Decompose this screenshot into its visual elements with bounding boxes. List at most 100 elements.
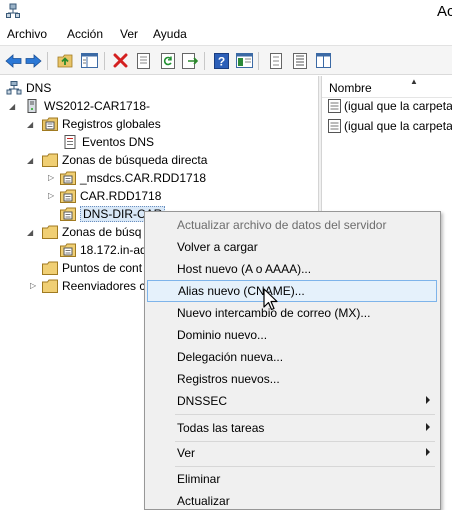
mouse-pointer-icon (263, 288, 278, 311)
sort-ascending-icon: ▲ (410, 77, 418, 86)
tree-node-car-zone[interactable]: CAR.RDD1718 (60, 187, 161, 205)
properties-icon[interactable] (134, 51, 153, 70)
list-item[interactable]: (igual que la carpeta (328, 97, 452, 115)
expand-arrow-icon[interactable]: ◢ (27, 156, 36, 165)
context-menu: Actualizar archivo de datos del servidor… (144, 211, 441, 510)
tree-node-label: Registros globales (62, 117, 161, 131)
dns-icon (6, 81, 22, 95)
server-icon (27, 99, 37, 113)
dns-app-icon (6, 3, 20, 18)
tree-node-label: Eventos DNS (82, 135, 155, 149)
tree-node-msdcs-zone[interactable]: _msdcs.CAR.RDD1718 (60, 169, 206, 187)
svg-text:?: ? (218, 54, 225, 68)
show-hide-tree-icon[interactable] (80, 51, 99, 70)
menu-item-eliminar[interactable]: Eliminar (145, 468, 440, 490)
menu-item-label: Ver (177, 446, 196, 460)
menu-item-nuevo-intercambio-correo[interactable]: Nuevo intercambio de correo (MX)... (145, 302, 440, 324)
menu-item-dnssec[interactable]: DNSSEC (145, 390, 440, 412)
submenu-arrow-icon (426, 423, 430, 431)
tree-node-label: 18.172.in-ad (80, 243, 147, 257)
tree-node-label: Reenviadores c (62, 279, 146, 293)
tree-node-label: DNS (26, 81, 52, 95)
menu-item-volver-a-cargar[interactable]: Volver a cargar (145, 236, 440, 258)
refresh-icon[interactable] (158, 51, 177, 70)
tree-node-reenviadores[interactable]: Reenviadores c (42, 277, 145, 295)
menu-item-alias-nuevo[interactable]: Alias nuevo (CNAME)... (147, 280, 437, 302)
submenu-arrow-icon (426, 396, 430, 404)
menu-item-todas-las-tareas[interactable]: Todas las tareas (145, 417, 440, 439)
menu-item-label: Todas las tareas (177, 421, 265, 435)
window-title: Ac (437, 3, 452, 20)
record-icon (328, 99, 341, 113)
tree-node-label: CAR.RDD1718 (80, 189, 162, 203)
tree-node-zonas-inversa[interactable]: Zonas de búsq (42, 223, 141, 241)
record-icon (328, 119, 341, 133)
help-icon[interactable]: ? (212, 51, 231, 70)
delete-icon[interactable] (111, 51, 130, 70)
expand-arrow-icon[interactable]: ◢ (27, 120, 36, 129)
expand-arrow-icon[interactable]: ◢ (9, 102, 18, 111)
expand-arrow-icon[interactable]: ◢ (27, 228, 36, 237)
menu-item-actualizar-archivo: Actualizar archivo de datos del servidor (177, 218, 387, 232)
toolbar-separator (258, 52, 259, 70)
menu-accion[interactable]: Acción (67, 27, 103, 41)
menu-item-actualizar[interactable]: Actualizar (145, 490, 440, 510)
column-header-nombre[interactable]: Nombre ▲ (322, 76, 452, 98)
detail-view-icon[interactable] (290, 51, 309, 70)
folder-icon (42, 225, 58, 239)
global-folder-icon (42, 117, 58, 131)
collapsed-arrow-icon[interactable]: ▷ (48, 173, 57, 182)
menu-bar: Archivo Acción Ver Ayuda (0, 24, 452, 44)
tree-node-eventos-dns[interactable]: Eventos DNS (62, 133, 154, 151)
tree-node-label: WS2012-CAR1718- (44, 99, 151, 113)
list-view-icon[interactable] (266, 51, 285, 70)
collapsed-arrow-icon[interactable]: ▷ (30, 281, 39, 290)
toolbar-separator (47, 52, 48, 70)
tree-node-label: Zonas de búsq (62, 225, 142, 239)
tree-node-label: Zonas de búsqueda directa (62, 153, 208, 167)
toolbar-separator (204, 52, 205, 70)
tree-node-dns[interactable]: DNS (6, 79, 51, 97)
toolbar: ? (0, 45, 452, 75)
tree-node-registros-globales[interactable]: Registros globales (42, 115, 161, 133)
menu-item-registros-nuevos[interactable]: Registros nuevos... (145, 368, 440, 390)
menu-separator (175, 414, 435, 415)
tree-node-label: Puntos de cont (62, 261, 143, 275)
back-arrow-icon[interactable] (4, 51, 23, 70)
list-item-label: (igual que la carpeta (344, 119, 452, 133)
submenu-arrow-icon (426, 448, 430, 456)
tree-node-puntos-confianza[interactable]: Puntos de cont (42, 259, 142, 277)
tree-node-zonas-directa[interactable]: Zonas de búsqueda directa (42, 151, 207, 169)
up-folder-icon[interactable] (56, 51, 75, 70)
event-log-icon (64, 135, 76, 149)
folder-icon (42, 153, 58, 167)
menu-ver[interactable]: Ver (120, 27, 138, 41)
menu-archivo[interactable]: Archivo (7, 27, 47, 41)
folder-icon (42, 279, 58, 293)
list-item[interactable]: (igual que la carpeta (328, 117, 452, 135)
menu-item-host-nuevo[interactable]: Host nuevo (A o AAAA)... (145, 258, 440, 280)
tree-node-server[interactable]: WS2012-CAR1718- (24, 97, 150, 115)
menu-item-label: DNSSEC (177, 394, 228, 408)
toolbar-separator (104, 52, 105, 70)
collapsed-arrow-icon[interactable]: ▷ (48, 191, 57, 200)
zone-icon (60, 207, 76, 221)
forward-arrow-icon[interactable] (24, 51, 43, 70)
menu-ayuda[interactable]: Ayuda (153, 27, 187, 41)
menu-item-ver[interactable]: Ver (145, 442, 440, 464)
export-list-icon[interactable] (181, 51, 200, 70)
column-header-label: Nombre (329, 81, 372, 95)
tree-node-reverse-zone[interactable]: 18.172.in-ad (60, 241, 147, 259)
zone-icon (60, 189, 76, 203)
columns-icon[interactable] (314, 51, 333, 70)
tree-node-label: _msdcs.CAR.RDD1718 (80, 171, 207, 185)
folder-icon (42, 261, 58, 275)
menu-separator (175, 466, 435, 467)
title-bar: Ac (0, 0, 452, 24)
list-item-label: (igual que la carpeta (344, 99, 452, 113)
menu-item-dominio-nuevo[interactable]: Dominio nuevo... (145, 324, 440, 346)
zone-icon (60, 243, 76, 257)
zone-icon (60, 171, 76, 185)
menu-item-delegacion-nueva[interactable]: Delegación nueva... (145, 346, 440, 368)
help-pane-icon[interactable] (235, 51, 254, 70)
